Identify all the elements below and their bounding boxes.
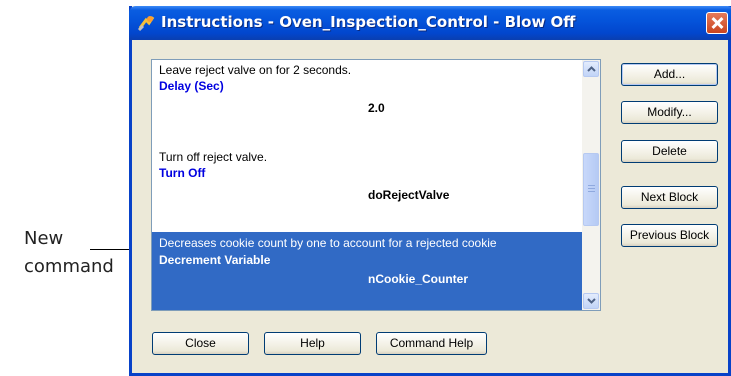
add-button-label: Add... xyxy=(653,67,686,81)
scroll-thumb[interactable] xyxy=(583,153,599,226)
chevron-down-icon xyxy=(587,298,596,304)
modify-button[interactable]: Modify... xyxy=(621,101,718,124)
previous-block-button[interactable]: Previous Block xyxy=(621,224,718,247)
delete-button[interactable]: Delete xyxy=(621,140,718,163)
entry-param: 2.0 xyxy=(368,101,385,115)
next-block-button-label: Next Block xyxy=(640,190,699,204)
entry-comment: Leave reject valve on for 2 seconds. xyxy=(159,63,352,77)
close-button-label: Close xyxy=(185,336,216,350)
close-button[interactable]: Close xyxy=(152,332,249,355)
command-help-button[interactable]: Command Help xyxy=(376,332,487,355)
scroll-down-button[interactable] xyxy=(583,293,599,309)
instructions-dialog: Instructions - Oven_Inspection_Control -… xyxy=(129,6,731,376)
add-button[interactable]: Add... xyxy=(621,63,718,86)
entry-param: doRejectValve xyxy=(368,188,450,202)
previous-block-button-label: Previous Block xyxy=(629,228,710,242)
callout-line-2: command xyxy=(24,256,114,277)
help-button-label: Help xyxy=(300,336,325,350)
entry-comment: Decreases cookie count by one to account… xyxy=(159,236,497,250)
window-title: Instructions - Oven_Inspection_Control -… xyxy=(161,13,576,31)
delete-button-label: Delete xyxy=(652,144,687,158)
chevron-up-icon xyxy=(587,66,596,72)
title-bar[interactable]: Instructions - Oven_Inspection_Control -… xyxy=(129,6,731,40)
modify-button-label: Modify... xyxy=(647,105,692,119)
entry-param: nCookie_Counter xyxy=(368,272,469,286)
close-icon[interactable] xyxy=(706,12,728,34)
list-item-selected[interactable]: Decreases cookie count by one to account… xyxy=(152,232,582,310)
help-button[interactable]: Help xyxy=(264,332,361,355)
command-help-button-label: Command Help xyxy=(389,336,474,350)
entry-command: Decrement Variable xyxy=(159,253,271,267)
list-item[interactable]: Turn off reject valve. Turn Off doReject… xyxy=(152,150,582,210)
vertical-scrollbar[interactable] xyxy=(582,60,600,310)
entry-command: Turn Off xyxy=(159,166,206,180)
list-item[interactable]: Leave reject valve on for 2 seconds. Del… xyxy=(152,63,582,123)
scroll-up-button[interactable] xyxy=(583,61,599,77)
next-block-button[interactable]: Next Block xyxy=(621,186,718,209)
callout-label: New command xyxy=(24,225,144,281)
entry-command: Delay (Sec) xyxy=(159,79,224,93)
instruction-list[interactable]: Leave reject valve on for 2 seconds. Del… xyxy=(151,59,601,311)
entry-comment: Turn off reject valve. xyxy=(159,150,268,164)
lightning-wrench-icon xyxy=(137,16,155,32)
